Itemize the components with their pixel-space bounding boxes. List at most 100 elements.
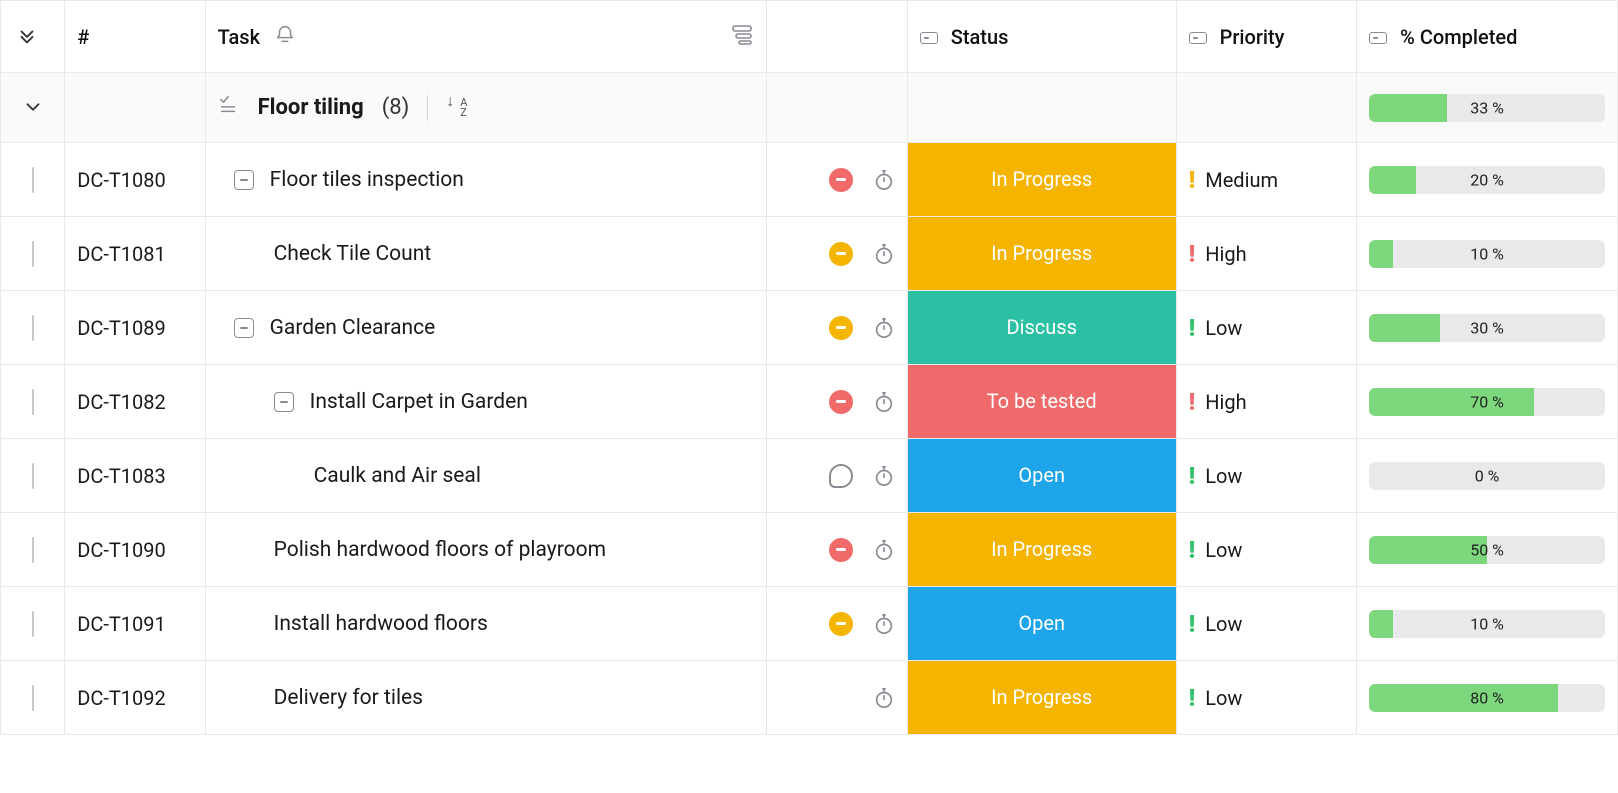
chevron-double-down-icon <box>13 22 41 50</box>
task-name[interactable]: Check Tile Count <box>274 242 432 266</box>
timer-icon[interactable] <box>873 391 895 413</box>
task-id[interactable]: DC-T1083 <box>77 464 166 488</box>
status-badge[interactable]: In Progress <box>908 217 1176 290</box>
table-row[interactable]: DC-T1089 Garden Clearance Discuss !Low 30 % <box>1 291 1618 365</box>
progress-bar[interactable]: 80 % <box>1369 684 1605 712</box>
task-id[interactable]: DC-T1090 <box>77 538 166 562</box>
blocker-icon[interactable] <box>829 612 853 636</box>
progress-bar[interactable]: 0 % <box>1369 462 1605 490</box>
priority-cell[interactable]: !Low <box>1189 686 1345 710</box>
row-checkbox[interactable] <box>32 463 34 489</box>
blocker-icon[interactable] <box>829 168 853 192</box>
table-row[interactable]: DC-T1091 Install hardwood floors Open !Low 1… <box>1 587 1618 661</box>
table-row[interactable]: DC-T1092 Delivery for tiles In Progress !Lo… <box>1 661 1618 735</box>
task-id[interactable]: DC-T1089 <box>77 316 166 340</box>
priority-cell[interactable]: !Low <box>1189 464 1345 488</box>
timer-icon[interactable] <box>873 243 895 265</box>
task-id[interactable]: DC-T1081 <box>77 242 166 266</box>
progress-bar[interactable]: 50 % <box>1369 536 1605 564</box>
header-task[interactable]: Task <box>205 1 767 73</box>
blocker-icon[interactable] <box>829 538 853 562</box>
table-row[interactable]: DC-T1083 Caulk and Air seal Open !Low 0 % <box>1 439 1618 513</box>
row-checkbox[interactable] <box>32 241 34 267</box>
status-badge[interactable]: In Progress <box>908 143 1176 216</box>
checklist-icon <box>218 94 240 122</box>
table-row[interactable]: DC-T1080 Floor tiles inspection In Progres… <box>1 143 1618 217</box>
task-name[interactable]: Install Carpet in Garden <box>310 390 528 414</box>
group-row: Floor tiling(8)AZ33 % <box>1 73 1618 143</box>
subtask-collapse-icon[interactable] <box>234 170 254 190</box>
priority-cell[interactable]: !Low <box>1189 316 1345 340</box>
task-name[interactable]: Floor tiles inspection <box>270 168 464 192</box>
priority-icon: ! <box>1189 242 1196 266</box>
row-checkbox[interactable] <box>32 389 34 415</box>
dropdown-field-icon <box>920 32 938 44</box>
priority-icon: ! <box>1189 316 1196 340</box>
priority-cell[interactable]: !Low <box>1189 612 1345 636</box>
status-badge[interactable]: In Progress <box>908 513 1176 586</box>
group-count: (8) <box>382 95 410 120</box>
blocker-icon[interactable] <box>829 390 853 414</box>
task-id[interactable]: DC-T1080 <box>77 168 166 192</box>
progress-bar[interactable]: 10 % <box>1369 240 1605 268</box>
status-badge[interactable]: In Progress <box>908 661 1176 734</box>
dropdown-field-icon <box>1369 32 1387 44</box>
timer-icon[interactable] <box>873 613 895 635</box>
subtask-collapse-icon[interactable] <box>234 318 254 338</box>
task-name[interactable]: Install hardwood floors <box>274 612 488 636</box>
sort-az-icon[interactable]: AZ <box>446 98 467 118</box>
status-badge[interactable]: Discuss <box>908 291 1176 364</box>
header-expand-all[interactable] <box>1 1 65 73</box>
priority-cell[interactable]: !Low <box>1189 538 1345 562</box>
row-checkbox[interactable] <box>32 685 34 711</box>
status-badge[interactable]: To be tested <box>908 365 1176 438</box>
progress-bar[interactable]: 70 % <box>1369 388 1605 416</box>
timer-icon[interactable] <box>873 317 895 339</box>
progress-bar[interactable]: 20 % <box>1369 166 1605 194</box>
priority-cell[interactable]: !Medium <box>1189 168 1345 192</box>
header-id[interactable]: # <box>65 1 205 73</box>
group-name[interactable]: Floor tiling <box>258 95 364 120</box>
subtask-view-icon[interactable] <box>730 22 754 51</box>
subtask-collapse-icon[interactable] <box>274 392 294 412</box>
timer-icon[interactable] <box>873 465 895 487</box>
timer-icon[interactable] <box>873 539 895 561</box>
task-name[interactable]: Delivery for tiles <box>274 686 423 710</box>
progress-bar[interactable]: 10 % <box>1369 610 1605 638</box>
table-header-row: # Task Status Priority % Completed <box>1 1 1618 73</box>
table-row[interactable]: DC-T1081 Check Tile Count In Progress !High… <box>1 217 1618 291</box>
task-name[interactable]: Caulk and Air seal <box>314 464 481 488</box>
row-checkbox[interactable] <box>32 315 34 341</box>
priority-icon: ! <box>1189 464 1196 488</box>
progress-bar[interactable]: 30 % <box>1369 314 1605 342</box>
timer-icon[interactable] <box>873 687 895 709</box>
priority-icon: ! <box>1189 390 1196 414</box>
alarm-icon <box>274 23 296 50</box>
header-priority[interactable]: Priority <box>1176 1 1357 73</box>
table-row[interactable]: DC-T1082 Install Carpet in Garden To be te… <box>1 365 1618 439</box>
task-name[interactable]: Garden Clearance <box>270 316 436 340</box>
priority-cell[interactable]: !High <box>1189 390 1345 414</box>
table-row[interactable]: DC-T1090 Polish hardwood floors of playro… <box>1 513 1618 587</box>
header-status[interactable]: Status <box>907 1 1176 73</box>
status-badge[interactable]: Open <box>908 587 1176 660</box>
priority-cell[interactable]: !High <box>1189 242 1345 266</box>
row-checkbox[interactable] <box>32 167 34 193</box>
priority-icon: ! <box>1189 612 1196 636</box>
priority-icon: ! <box>1189 168 1196 192</box>
comment-icon[interactable] <box>829 464 853 488</box>
header-completed[interactable]: % Completed <box>1357 1 1618 73</box>
task-id[interactable]: DC-T1091 <box>77 612 166 636</box>
group-collapse-toggle[interactable] <box>1 73 65 143</box>
blocker-icon[interactable] <box>829 316 853 340</box>
row-checkbox[interactable] <box>32 537 34 563</box>
task-id[interactable]: DC-T1092 <box>77 686 166 710</box>
status-badge[interactable]: Open <box>908 439 1176 512</box>
header-icons <box>767 1 907 73</box>
blocker-icon[interactable] <box>829 242 853 266</box>
priority-icon: ! <box>1189 686 1196 710</box>
timer-icon[interactable] <box>873 169 895 191</box>
task-id[interactable]: DC-T1082 <box>77 390 166 414</box>
row-checkbox[interactable] <box>32 611 34 637</box>
task-name[interactable]: Polish hardwood floors of playroom <box>274 538 606 562</box>
